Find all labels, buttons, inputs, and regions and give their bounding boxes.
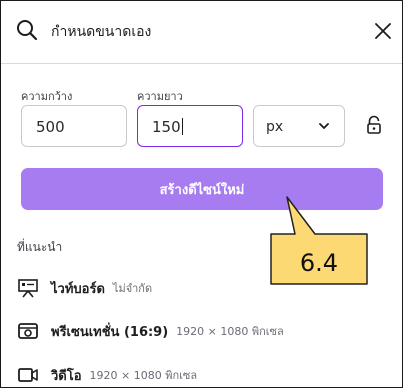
presentation-icon [18, 323, 38, 339]
suggestion-name: ไวท์บอร์ด [51, 281, 105, 297]
suggestion-name: พรีเซนเทชั่น (16:9) [51, 324, 169, 340]
whiteboard-icon [18, 279, 38, 298]
annotation-label: 6.4 [299, 249, 339, 277]
unit-value: px [266, 119, 284, 135]
width-label: ความกว้าง [21, 90, 73, 103]
padlock-icon[interactable] [365, 115, 383, 135]
height-input[interactable]: 150 [137, 105, 243, 147]
search-icon [17, 20, 38, 41]
height-value: 150 [152, 118, 181, 136]
suggestion-name: วิดีโอ [51, 368, 82, 384]
height-value-wrap: 150 [152, 118, 183, 136]
search-bar [1, 1, 402, 64]
suggestion-meta: 1920 × 1080 พิกเซล [89, 369, 198, 382]
width-value: 500 [36, 118, 65, 136]
custom-size-panel: ความกว้าง ความยาว 500 150 px สร้างดีไซน์… [0, 0, 403, 388]
width-input[interactable]: 500 [21, 105, 127, 147]
height-label: ความยาว [137, 90, 183, 103]
suggestion-meta: ไม่จำกัด [112, 282, 153, 295]
video-icon [18, 368, 38, 382]
unit-select[interactable]: px [253, 105, 345, 147]
suggestion-presentation[interactable]: พรีเซนเทชั่น (16:9) 1920 × 1080 พิกเซล [17, 319, 387, 343]
suggestions-heading: ที่แนะนำ [17, 240, 63, 254]
suggestion-video[interactable]: วิดีโอ 1920 × 1080 พิกเซล [17, 363, 387, 387]
suggestion-meta: 1920 × 1080 พิกเซล [176, 325, 284, 338]
search-input[interactable] [51, 20, 351, 44]
text-caret [181, 118, 183, 135]
create-design-button[interactable]: สร้างดีไซน์ใหม่ [21, 168, 383, 210]
chevron-down-icon [319, 123, 329, 129]
close-icon[interactable] [373, 21, 393, 41]
